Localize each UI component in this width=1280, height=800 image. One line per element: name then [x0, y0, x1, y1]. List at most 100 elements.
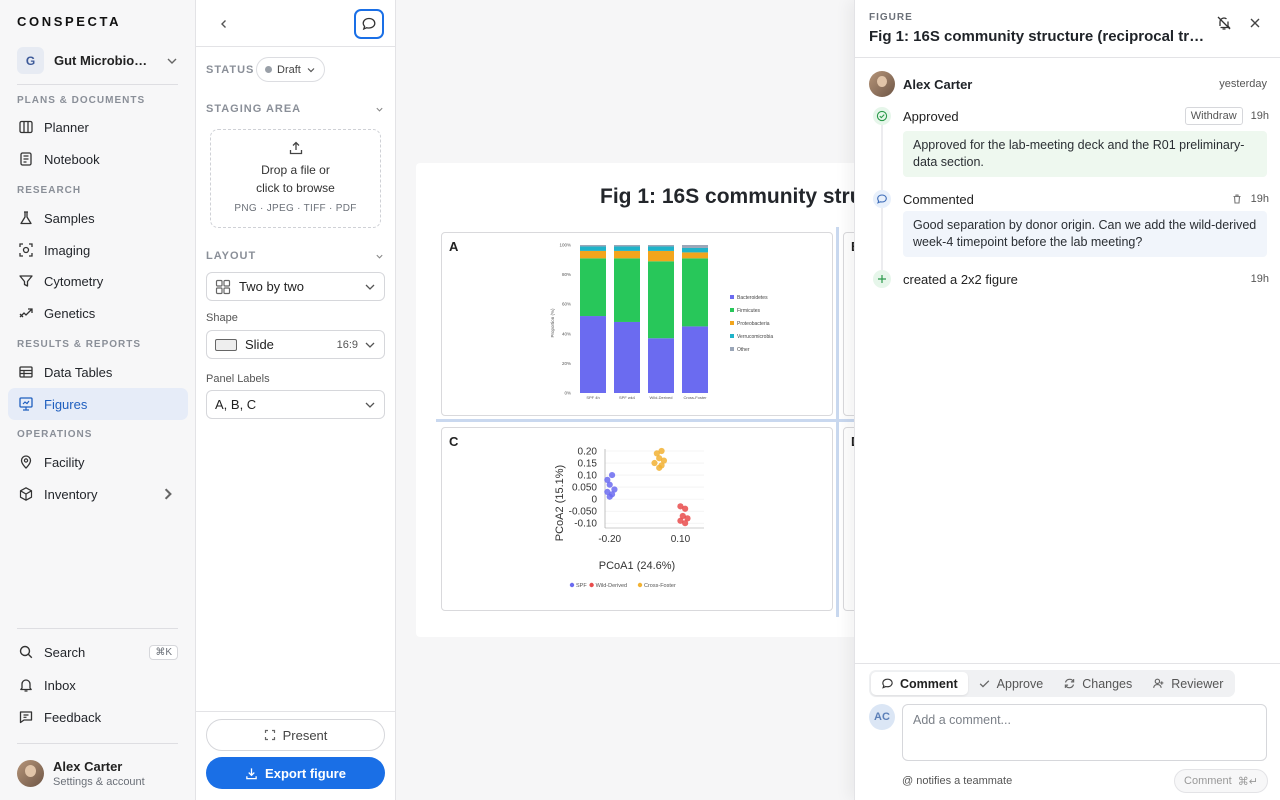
sidebar-item-data-tables[interactable]: Data Tables: [8, 356, 188, 388]
panel-d[interactable]: D: [843, 427, 854, 611]
legend-swatch: [730, 308, 734, 312]
legend-label: Bacteroidetes: [737, 295, 768, 301]
file-dropzone[interactable]: Drop a file or click to browse PNG · JPE…: [210, 129, 381, 228]
sidebar-item-label: Search: [44, 644, 86, 660]
tab-reviewer[interactable]: Reviewer: [1142, 672, 1233, 695]
tab-comment[interactable]: Comment: [871, 672, 968, 695]
panel-c[interactable]: C 0.20 0.15 0.10 0.050 0 -0.050 -0.10 -0.20 0.10…: [441, 427, 833, 611]
mention-hint: @ notifies a teammate: [902, 775, 1013, 787]
divider: [196, 711, 396, 712]
section-operations: OPERATIONS: [17, 429, 93, 440]
tab-label: Comment: [900, 676, 958, 691]
legend-swatch: [569, 582, 575, 588]
fullscreen-icon: [264, 729, 275, 741]
scatter-point: [606, 493, 613, 500]
x-tick-label: SPF wk4: [619, 395, 636, 400]
bar-segment: [682, 258, 708, 327]
bar-segment: [682, 245, 708, 248]
divider: [17, 84, 178, 85]
tab-changes[interactable]: Changes: [1053, 672, 1142, 695]
divider: [855, 57, 1280, 58]
status-dropdown[interactable]: Draft: [256, 57, 325, 82]
mute-notifications-button[interactable]: [1210, 9, 1238, 37]
workspace-switcher[interactable]: G Gut Microbiome Study: [17, 47, 178, 74]
shape-value: Slide: [245, 337, 274, 352]
y-tick-label: 0.15: [578, 459, 598, 470]
event-commented: Commented 19h: [873, 190, 1269, 208]
status-dot: [265, 66, 272, 73]
upload-icon: [289, 141, 302, 155]
sidebar-item-inventory[interactable]: Inventory: [8, 478, 188, 510]
bar-segment: [580, 258, 606, 317]
row-resize-handle[interactable]: [436, 419, 854, 422]
chevron-down-icon[interactable]: [375, 252, 384, 261]
sidebar-item-facility[interactable]: Facility: [8, 446, 188, 478]
dropzone-line2: click to browse: [256, 181, 335, 195]
sidebar-item-samples[interactable]: Samples: [8, 202, 188, 234]
y-tick-label: 0.20: [578, 447, 598, 458]
columns-icon: [19, 120, 33, 134]
x-tick-label: 0.10: [671, 534, 691, 545]
bar-segment: [614, 245, 640, 247]
sidebar-item-cytometry[interactable]: Cytometry: [8, 265, 188, 297]
chart-icon: [19, 397, 33, 411]
back-button[interactable]: [210, 10, 238, 38]
sidebar-item-inbox[interactable]: Inbox: [8, 669, 188, 701]
chevron-right-icon: [164, 488, 172, 500]
bar-segment: [614, 250, 640, 259]
x-tick-label: Wild-Derived: [650, 395, 673, 400]
dna-icon: [19, 308, 33, 318]
trash-icon[interactable]: [1231, 193, 1243, 205]
table-icon: [19, 366, 33, 378]
panel-b[interactable]: B: [843, 232, 854, 416]
sidebar-item-imaging[interactable]: Imaging: [8, 234, 188, 266]
sidebar-item-figures[interactable]: Figures: [8, 388, 188, 420]
comment-input[interactable]: [902, 704, 1267, 761]
chevron-down-icon[interactable]: [375, 105, 384, 114]
workspace-avatar: G: [17, 47, 44, 74]
y-axis-label: PCoA2 (15.1%): [554, 465, 566, 541]
send-comment-button[interactable]: Comment ⌘↵: [1174, 769, 1268, 793]
sidebar-item-search[interactable]: Search ⌘K: [8, 636, 188, 668]
export-figure-button[interactable]: Export figure: [206, 757, 385, 789]
y-tick-label: 20%: [562, 361, 571, 366]
slide-shape-icon: [215, 338, 237, 351]
staging-area-label: STAGING AREA: [206, 103, 302, 115]
withdraw-button[interactable]: Withdraw: [1184, 107, 1243, 125]
tab-approve[interactable]: Approve: [968, 672, 1054, 695]
layout-value: Two by two: [239, 279, 305, 294]
scatter-point: [658, 462, 665, 469]
sidebar-item-planner[interactable]: Planner: [8, 111, 188, 143]
sidebar-item-notebook[interactable]: Notebook: [8, 143, 188, 175]
x-tick-label: SPF 4h: [586, 395, 599, 400]
legend-swatch: [730, 295, 734, 299]
panel-a[interactable]: A Proportion (%) 100% 80% 60% 40% 20% 0% SPF 4h…: [441, 232, 833, 416]
sidebar-item-feedback[interactable]: Feedback: [8, 701, 188, 733]
tab-label: Changes: [1082, 676, 1133, 691]
image-scan-icon: [19, 243, 33, 257]
shape-select[interactable]: Slide 16:9: [206, 330, 385, 359]
scatter-point: [682, 520, 689, 527]
column-resize-handle[interactable]: [836, 227, 839, 617]
account-menu[interactable]: Alex Carter Settings & account: [17, 757, 187, 789]
y-tick-label: 100%: [559, 243, 571, 248]
user-name: Alex Carter: [53, 758, 123, 774]
y-tick-label: 0%: [564, 391, 571, 396]
dropzone-formats: PNG · JPEG · TIFF · PDF: [234, 203, 357, 214]
legend-label: Wild-Derived: [596, 583, 627, 589]
panel-labels-select[interactable]: A, B, C: [206, 390, 385, 419]
chevron-down-icon: [365, 284, 375, 290]
sidebar-item-genetics[interactable]: Genetics: [8, 297, 188, 329]
download-icon: [246, 767, 257, 779]
close-panel-button[interactable]: [1241, 9, 1269, 37]
sidebar-item-label: Notebook: [44, 151, 100, 167]
comments-toggle-button[interactable]: [354, 9, 384, 39]
legend-label: Other: [737, 347, 750, 353]
scatter-point: [608, 471, 616, 479]
bar-segment: [614, 258, 640, 322]
shape-ratio: 16:9: [336, 338, 358, 351]
present-button[interactable]: Present: [206, 719, 385, 751]
layout-select[interactable]: Two by two: [206, 272, 385, 301]
y-tick-label: 60%: [562, 302, 571, 307]
panel-labels-value: A, B, C: [215, 397, 257, 412]
